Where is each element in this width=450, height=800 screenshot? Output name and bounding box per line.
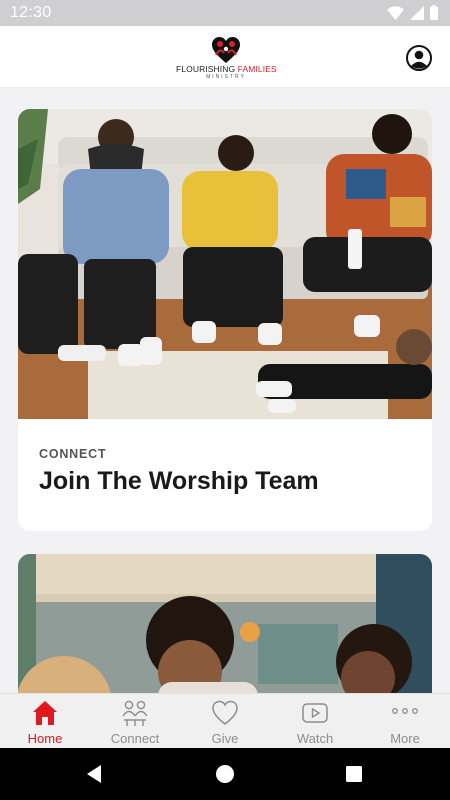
friends-gathering-photo — [18, 554, 432, 693]
nav-watch-label: Watch — [296, 731, 334, 746]
app-header: FLOURISHING FAMILIES MINISTRY — [0, 26, 450, 88]
card-category: CONNECT — [39, 447, 107, 461]
wifi-icon — [387, 5, 404, 20]
nav-connect[interactable]: Connect — [90, 694, 180, 749]
status-bar: 12:30 — [0, 0, 450, 26]
logo-subtitle: MINISTRY — [206, 74, 246, 80]
nav-more-label: More — [390, 731, 420, 746]
feed-card-worship-team[interactable]: CONNECT Join The Worship Team — [18, 109, 432, 531]
nav-give-label: Give — [211, 731, 239, 746]
heart-icon — [212, 700, 238, 725]
nav-home[interactable]: Home — [0, 694, 90, 749]
status-icons — [387, 5, 438, 20]
feed-card-gathering[interactable] — [18, 554, 432, 693]
content-feed[interactable]: CONNECT Join The Worship Team — [0, 88, 450, 693]
battery-icon — [430, 5, 438, 20]
nav-watch[interactable]: Watch — [270, 694, 360, 749]
play-icon — [302, 703, 328, 723]
home-circle-icon[interactable] — [212, 761, 238, 787]
recents-icon[interactable] — [341, 761, 367, 787]
logo-word-2: FAMILIES — [237, 64, 277, 74]
family-heart-logo-icon — [212, 37, 240, 63]
nav-home-label: Home — [27, 731, 63, 746]
home-icon — [33, 701, 57, 725]
logo-wordmark: FLOURISHING FAMILIES — [176, 64, 277, 74]
back-icon[interactable] — [82, 761, 108, 787]
system-navigation-bar — [0, 748, 450, 800]
signal-icon — [410, 5, 424, 20]
profile-icon[interactable] — [406, 45, 432, 71]
people-icon — [122, 700, 148, 726]
ministry-logo[interactable]: FLOURISHING FAMILIES MINISTRY — [176, 36, 277, 84]
worship-team-photo — [18, 109, 432, 419]
nav-give[interactable]: Give — [180, 694, 270, 749]
nav-connect-label: Connect — [110, 731, 160, 746]
bottom-navigation: Home Connect Give Watch More — [0, 693, 450, 748]
nav-more[interactable]: More — [360, 694, 450, 749]
more-dots-icon — [392, 708, 418, 714]
logo-word-1: FLOURISHING — [176, 64, 236, 74]
status-time: 12:30 — [10, 4, 52, 21]
card-title: Join The Worship Team — [39, 467, 319, 495]
